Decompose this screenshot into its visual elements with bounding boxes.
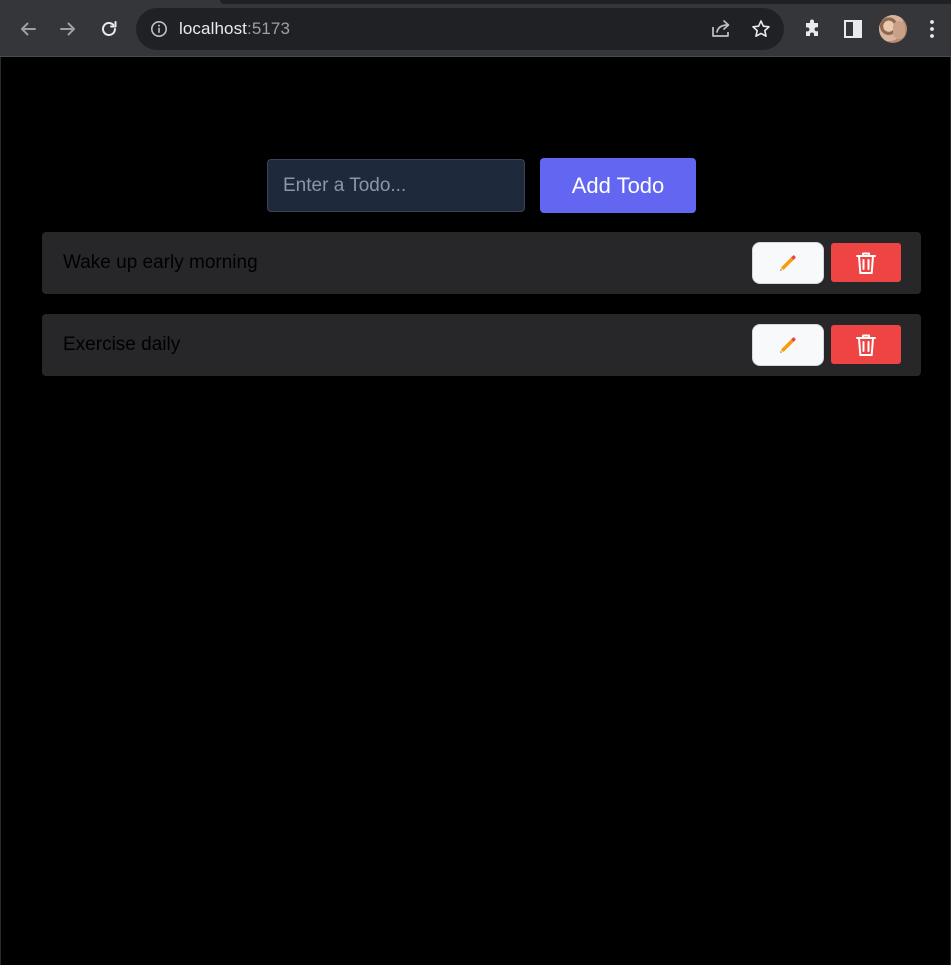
edit-button[interactable]	[752, 324, 824, 366]
page-viewport: Add Todo Wake up early morning Exercise …	[0, 57, 951, 965]
back-button[interactable]	[13, 14, 43, 44]
forward-arrow-icon	[60, 22, 75, 36]
star-icon[interactable]	[751, 19, 771, 39]
url-host: localhost	[179, 19, 247, 38]
todo-text: Exercise daily	[63, 334, 181, 355]
todo-input[interactable]	[267, 159, 525, 212]
extensions-icon[interactable]	[803, 19, 823, 39]
edit-button[interactable]	[752, 242, 824, 284]
pencil-icon	[780, 255, 796, 271]
add-todo-button[interactable]: Add Todo	[540, 158, 696, 213]
trash-icon	[856, 334, 876, 356]
trash-icon	[856, 252, 876, 274]
share-icon[interactable]	[710, 19, 732, 39]
side-panel-icon[interactable]	[843, 19, 863, 39]
delete-button[interactable]	[831, 243, 901, 282]
browser-toolbar: localhost:5173	[0, 0, 951, 57]
avatar[interactable]	[879, 15, 907, 43]
info-icon[interactable]	[150, 20, 168, 38]
tab-strip	[220, 0, 951, 4]
todo-form: Add Todo	[267, 158, 697, 213]
address-bar[interactable]: localhost:5173	[136, 8, 784, 50]
pencil-icon	[780, 337, 796, 353]
forward-button[interactable]	[53, 14, 83, 44]
todo-text: Wake up early morning	[63, 252, 258, 273]
kebab-menu-icon[interactable]	[924, 19, 940, 39]
back-arrow-icon	[21, 22, 36, 36]
url-text[interactable]: localhost:5173	[179, 19, 290, 39]
reload-icon	[102, 21, 117, 36]
url-port: :5173	[247, 19, 291, 38]
todo-item: Exercise daily	[42, 314, 921, 376]
delete-button[interactable]	[831, 325, 901, 364]
todo-item: Wake up early morning	[42, 232, 921, 294]
reload-button[interactable]	[94, 14, 124, 44]
